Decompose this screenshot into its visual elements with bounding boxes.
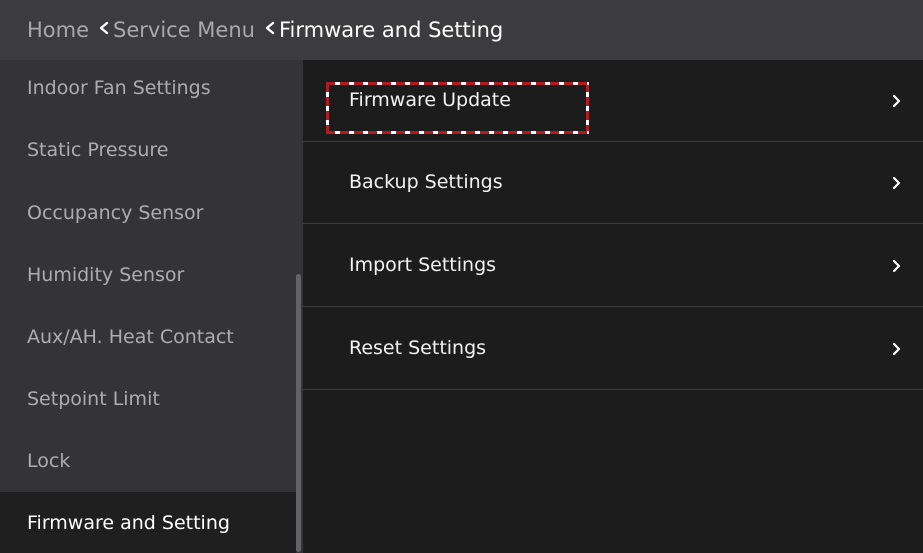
chevron-right-icon: [892, 175, 902, 191]
sidebar: Indoor Fan Settings Static Pressure Occu…: [0, 60, 303, 553]
chevron-right-icon: [892, 258, 902, 274]
sidebar-item-occupancy-sensor[interactable]: Occupancy Sensor: [0, 182, 296, 244]
sidebar-item-aux-heat-contact[interactable]: Aux/AH. Heat Contact: [0, 306, 296, 368]
breadcrumb-service-menu[interactable]: Service Menu: [113, 18, 255, 42]
settings-list: Firmware Update Backup Settings Import S…: [303, 60, 923, 553]
sidebar-item-firmware-and-setting[interactable]: Firmware and Setting: [0, 492, 296, 553]
sidebar-item-label: Lock: [27, 450, 71, 472]
list-item-firmware-update[interactable]: Firmware Update: [303, 60, 923, 142]
list-item-reset-settings[interactable]: Reset Settings: [303, 308, 923, 390]
sidebar-item-lock[interactable]: Lock: [0, 430, 296, 492]
list-item-import-settings[interactable]: Import Settings: [303, 225, 923, 307]
list-item-label: Reset Settings: [349, 336, 487, 359]
sidebar-item-static-pressure[interactable]: Static Pressure: [0, 119, 296, 181]
sidebar-item-label: Indoor Fan Settings: [27, 77, 211, 99]
breadcrumb-current: Firmware and Setting: [278, 18, 504, 42]
list-item-label: Import Settings: [349, 253, 497, 276]
chevron-right-icon: [892, 93, 902, 109]
sidebar-item-label: Static Pressure: [27, 139, 169, 161]
breadcrumb-home[interactable]: Home: [27, 18, 89, 42]
sidebar-item-setpoint-limit[interactable]: Setpoint Limit: [0, 368, 296, 430]
sidebar-item-label: Aux/AH. Heat Contact: [27, 326, 234, 348]
sidebar-item-humidity-sensor[interactable]: Humidity Sensor: [0, 244, 296, 306]
chevron-right-icon: [892, 341, 902, 357]
sidebar-item-label: Occupancy Sensor: [27, 202, 204, 224]
sidebar-item-label: Humidity Sensor: [27, 264, 185, 286]
list-item-label: Backup Settings: [349, 170, 503, 193]
sidebar-item-indoor-fan-settings[interactable]: Indoor Fan Settings: [0, 57, 296, 119]
sidebar-scrollbar[interactable]: [296, 274, 301, 552]
chevron-left-icon: [98, 18, 110, 38]
sidebar-item-label: Setpoint Limit: [27, 388, 160, 410]
sidebar-item-label: Firmware and Setting: [27, 512, 230, 534]
list-item-backup-settings[interactable]: Backup Settings: [303, 142, 923, 224]
firmware-and-setting-screen: Home Service Menu Firmware and Setting I…: [0, 0, 923, 553]
breadcrumb: Home Service Menu Firmware and Setting: [0, 0, 923, 60]
chevron-left-icon: [264, 18, 276, 38]
list-item-label: Firmware Update: [349, 88, 511, 111]
